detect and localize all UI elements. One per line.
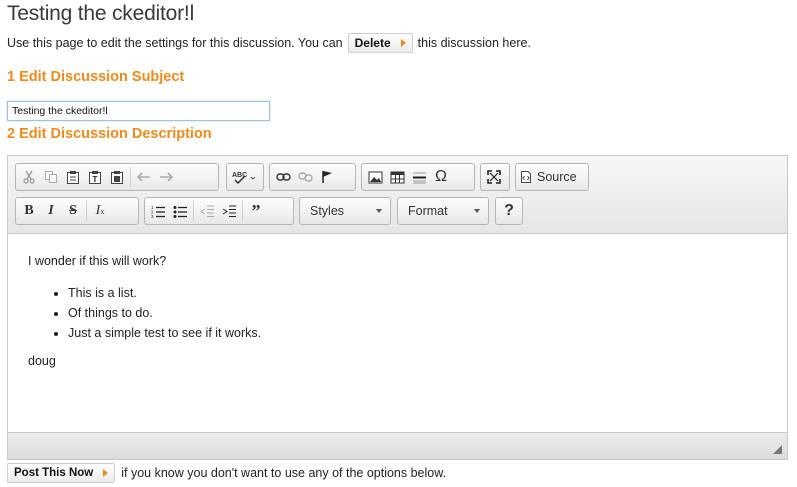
subject-input[interactable] [7, 101, 270, 121]
toolbar-separator [130, 167, 131, 187]
styles-dropdown[interactable]: Styles [299, 197, 391, 225]
help-group: ? [495, 197, 523, 225]
svg-text:ABC: ABC [232, 172, 247, 179]
arrow-right-icon [103, 469, 109, 477]
source-group: Source [515, 163, 589, 191]
paste-text-icon[interactable]: T [84, 166, 106, 188]
maximize-group [480, 163, 510, 191]
styles-label: Styles [310, 204, 345, 218]
outdent-icon[interactable] [196, 200, 218, 222]
svg-text:T: T [93, 175, 98, 184]
source-label: Source [537, 170, 577, 184]
intro-after: this discussion here. [417, 36, 531, 50]
image-icon[interactable] [364, 166, 386, 188]
link-group [269, 163, 356, 191]
rich-text-editor: T ABC Ω Source B I S I x 1 2 3 ” Styles … [7, 155, 788, 460]
spellcheck-icon[interactable]: ABC [229, 166, 261, 188]
format-label: Format [408, 204, 448, 218]
link-icon[interactable] [272, 166, 294, 188]
format-dropdown[interactable]: Format [397, 197, 489, 225]
toolbar-separator [86, 201, 87, 221]
post-now-button[interactable]: Post This Now [7, 463, 116, 483]
paste-icon[interactable] [62, 166, 84, 188]
clipboard-group: T [15, 163, 219, 191]
footer-row: Post This Now if you know you don't want… [7, 463, 446, 483]
bulleted-list-icon[interactable] [169, 200, 191, 222]
content-list: This is a list. Of things to do. Just a … [28, 286, 767, 340]
basic-styles-group: B I S Ix [15, 197, 139, 225]
post-now-label: Post This Now [14, 467, 94, 479]
remove-format-icon[interactable]: Ix [89, 200, 111, 222]
editor-content[interactable]: I wonder if this will work? This is a li… [8, 234, 787, 432]
horizontal-rule-icon[interactable] [408, 166, 430, 188]
special-char-omega-icon[interactable]: Ω [430, 166, 452, 188]
intro-text: Use this page to edit the settings for t… [7, 33, 531, 53]
editor-status-bar [8, 432, 787, 459]
copy-icon[interactable] [40, 166, 62, 188]
table-icon[interactable] [386, 166, 408, 188]
toolbar-separator [242, 201, 243, 221]
list-item: Of things to do. [68, 306, 767, 320]
paragraph-group: 123 ” [144, 197, 294, 225]
description-heading: 2 Edit Discussion Description [7, 126, 212, 142]
post-note: if you know you don't want to use any of… [121, 466, 447, 480]
delete-label: Delete [354, 36, 391, 50]
numbered-list-icon[interactable]: 123 [147, 200, 169, 222]
content-intro: I wonder if this will work? [28, 254, 167, 268]
indent-icon[interactable] [218, 200, 240, 222]
resize-handle-icon[interactable] [773, 445, 782, 454]
insert-group: Ω [361, 163, 475, 191]
strikethrough-icon[interactable]: S [62, 200, 84, 222]
svg-text:3: 3 [151, 214, 154, 218]
blockquote-icon[interactable]: ” [245, 200, 267, 222]
chevron-down-icon [376, 209, 382, 213]
italic-icon[interactable]: I [40, 200, 62, 222]
delete-button[interactable]: Delete [347, 33, 413, 53]
cut-icon[interactable] [18, 166, 40, 188]
spellcheck-group: ABC [226, 163, 264, 191]
intro-before: Use this page to edit the settings for t… [7, 36, 343, 50]
list-item: Just a simple test to see if it works. [68, 326, 767, 340]
bold-icon[interactable]: B [18, 200, 40, 222]
chevron-down-icon [474, 209, 480, 213]
source-button[interactable]: Source [518, 166, 581, 188]
undo-icon[interactable] [133, 166, 155, 188]
paste-word-icon[interactable] [106, 166, 128, 188]
arrow-right-icon [400, 39, 406, 47]
redo-icon[interactable] [155, 166, 177, 188]
page-title: Testing the ckeditor!l [7, 2, 195, 25]
toolbar-separator [193, 201, 194, 221]
unlink-icon[interactable] [294, 166, 316, 188]
help-icon[interactable]: ? [498, 200, 520, 222]
anchor-flag-icon[interactable] [316, 166, 338, 188]
maximize-icon[interactable] [483, 166, 505, 188]
source-icon [521, 171, 531, 183]
content-signature: doug [28, 354, 56, 368]
subject-heading: 1 Edit Discussion Subject [7, 69, 185, 85]
editor-toolbar: T ABC Ω Source B I S I x 1 2 3 ” Styles … [8, 156, 787, 234]
list-item: This is a list. [68, 286, 767, 300]
